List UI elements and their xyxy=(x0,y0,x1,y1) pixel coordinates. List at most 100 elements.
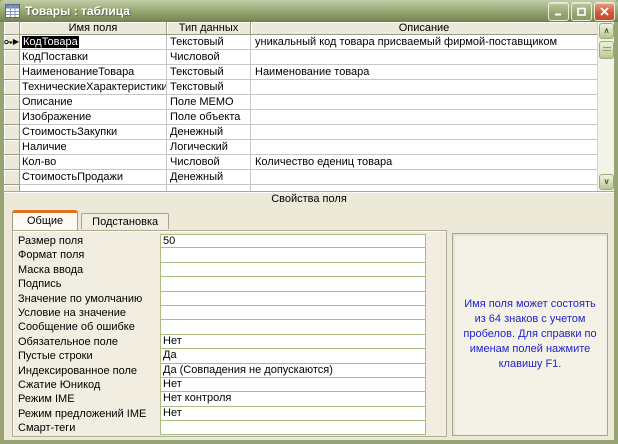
property-value-field[interactable]: 50 xyxy=(160,234,426,249)
data-type-cell[interactable]: Текстовый xyxy=(167,80,251,95)
table-row: СтоимостьПродажи Денежный xyxy=(4,170,597,185)
property-value-field[interactable] xyxy=(160,304,426,321)
data-type-cell[interactable]: Логический xyxy=(167,140,251,155)
scroll-down-button[interactable]: ∨ xyxy=(599,174,614,190)
table-row xyxy=(4,185,597,191)
description-cell[interactable] xyxy=(251,125,597,140)
description-cell[interactable]: уникальный код товара присваемый фирмой-… xyxy=(251,35,597,50)
row-selector[interactable]: ▶ xyxy=(4,35,20,50)
field-name-cell[interactable]: КодПоставки xyxy=(20,50,167,65)
property-tabs: Общие Подстановка xyxy=(12,210,170,230)
field-properties-divider: Свойства поля xyxy=(4,192,614,206)
close-button[interactable] xyxy=(594,1,615,21)
data-type-cell[interactable]: Поле объекта xyxy=(167,110,251,125)
data-type-cell[interactable]: Денежный xyxy=(167,170,251,185)
field-name-cell[interactable]: Описание xyxy=(20,95,167,110)
property-value-field[interactable]: Нет контроля xyxy=(160,391,426,407)
row-selector[interactable] xyxy=(4,110,20,125)
maximize-button[interactable] xyxy=(571,1,592,21)
property-row: Режим предложений IME Нет xyxy=(18,405,446,422)
table-row: Описание Поле MEMO xyxy=(4,95,597,110)
window-controls xyxy=(548,1,615,21)
tab-general[interactable]: Общие xyxy=(12,210,79,230)
thumb-grip-icon xyxy=(602,47,611,53)
table-row: ТехническиеХарактеристики Текстовый xyxy=(4,80,597,95)
row-selector[interactable] xyxy=(4,95,20,110)
property-value-field[interactable]: Да xyxy=(160,348,426,364)
data-type-cell[interactable]: Текстовый xyxy=(167,65,251,80)
data-type-cell[interactable]: Поле MEMO xyxy=(167,95,251,110)
context-help-panel: Имя поля может состоять из 64 знаков с у… xyxy=(452,233,608,436)
description-cell[interactable] xyxy=(251,50,597,65)
row-selector[interactable] xyxy=(4,65,20,80)
property-label: Маска ввода xyxy=(18,263,84,276)
grid-rows: ▶ КодТовара Текстовый уникальный код товара… xyxy=(4,35,597,191)
field-name-cell[interactable]: НаименованиеТовара xyxy=(20,65,167,80)
data-type-cell[interactable]: Числовой xyxy=(167,50,251,65)
table-row: ▶ КодТовара Текстовый уникальный код товара… xyxy=(4,35,597,50)
property-value-field[interactable]: Нет xyxy=(160,405,426,422)
close-icon xyxy=(600,6,609,16)
field-name-cell[interactable]: СтоимостьПродажи xyxy=(20,170,167,185)
client-area: Имя поля Тип данных Описание ▶ КодТовара Т… xyxy=(4,22,614,440)
window-title: Товары : таблица xyxy=(25,4,130,18)
property-value-field[interactable]: Да (Совпадения не допускаются) xyxy=(160,362,426,378)
property-label: Размер поля xyxy=(18,235,84,247)
tab-lookup[interactable]: Подстановка xyxy=(81,213,170,229)
description-cell[interactable]: Наименование товара xyxy=(251,65,597,80)
property-value-field[interactable] xyxy=(160,261,426,278)
property-row: Сообщение об ошибке xyxy=(18,319,446,335)
row-selector[interactable] xyxy=(4,140,20,155)
row-selector[interactable] xyxy=(4,170,20,185)
description-cell[interactable] xyxy=(251,95,597,110)
property-value-field[interactable]: Нет xyxy=(160,376,426,393)
minimize-button[interactable] xyxy=(548,1,569,21)
data-type-cell[interactable]: Текстовый xyxy=(167,35,251,50)
field-name-cell[interactable]: Изображение xyxy=(20,110,167,125)
property-label: Сжатие Юникод xyxy=(18,378,101,391)
titlebar[interactable]: Товары : таблица xyxy=(0,0,618,22)
grid-header-selector xyxy=(4,22,20,35)
data-type-cell[interactable] xyxy=(167,185,251,191)
property-value-field[interactable] xyxy=(160,276,426,292)
property-label: Формат поля xyxy=(18,249,85,262)
field-name-cell[interactable]: СтоимостьЗакупки xyxy=(20,125,167,140)
description-cell[interactable] xyxy=(251,140,597,155)
table-row: Кол-во Числовой Количество едениц товара xyxy=(4,155,597,170)
field-name-cell[interactable]: КодТовара xyxy=(20,35,167,50)
vertical-scrollbar[interactable]: ∧ ∨ xyxy=(597,22,614,191)
property-value-field[interactable] xyxy=(160,247,426,263)
property-label: Режим предложений IME xyxy=(18,407,147,420)
description-cell[interactable] xyxy=(251,80,597,95)
property-value-field[interactable] xyxy=(160,420,426,436)
row-selector[interactable] xyxy=(4,185,20,191)
scroll-up-button[interactable]: ∧ xyxy=(599,23,614,39)
field-name-cell[interactable]: ТехническиеХарактеристики xyxy=(20,80,167,95)
description-cell[interactable] xyxy=(251,110,597,125)
description-cell[interactable] xyxy=(251,185,597,191)
property-label: Обязательное поле xyxy=(18,335,119,348)
help-text: Имя поля может состоять из 64 знаков с у… xyxy=(463,298,597,370)
table-grid-icon xyxy=(5,4,20,18)
row-selector[interactable] xyxy=(4,155,20,170)
property-value-field[interactable] xyxy=(160,290,426,306)
row-selector[interactable] xyxy=(4,80,20,95)
field-properties-pane: Общие Подстановка Размер поля 50 Формат пол… xyxy=(4,206,614,440)
row-selector[interactable] xyxy=(4,125,20,140)
property-row: Формат поля xyxy=(18,247,446,263)
data-type-cell[interactable]: Числовой xyxy=(167,155,251,170)
grid-header-row: Имя поля Тип данных Описание xyxy=(4,22,597,35)
data-type-cell[interactable]: Денежный xyxy=(167,125,251,140)
property-row: Индексированное поле Да (Совпадения не до… xyxy=(18,362,446,378)
field-name-cell[interactable]: Кол-во xyxy=(20,155,167,170)
scrollbar-thumb[interactable] xyxy=(599,41,614,59)
minimize-icon xyxy=(555,13,561,15)
field-name-cell[interactable]: Наличие xyxy=(20,140,167,155)
property-value-field[interactable]: Нет xyxy=(160,333,426,350)
selected-field-name: КодТовара xyxy=(22,36,79,48)
property-value-field[interactable] xyxy=(160,319,426,335)
description-cell[interactable] xyxy=(251,170,597,185)
field-name-cell[interactable] xyxy=(20,185,167,191)
description-cell[interactable]: Количество едениц товара xyxy=(251,155,597,170)
row-selector[interactable] xyxy=(4,50,20,65)
